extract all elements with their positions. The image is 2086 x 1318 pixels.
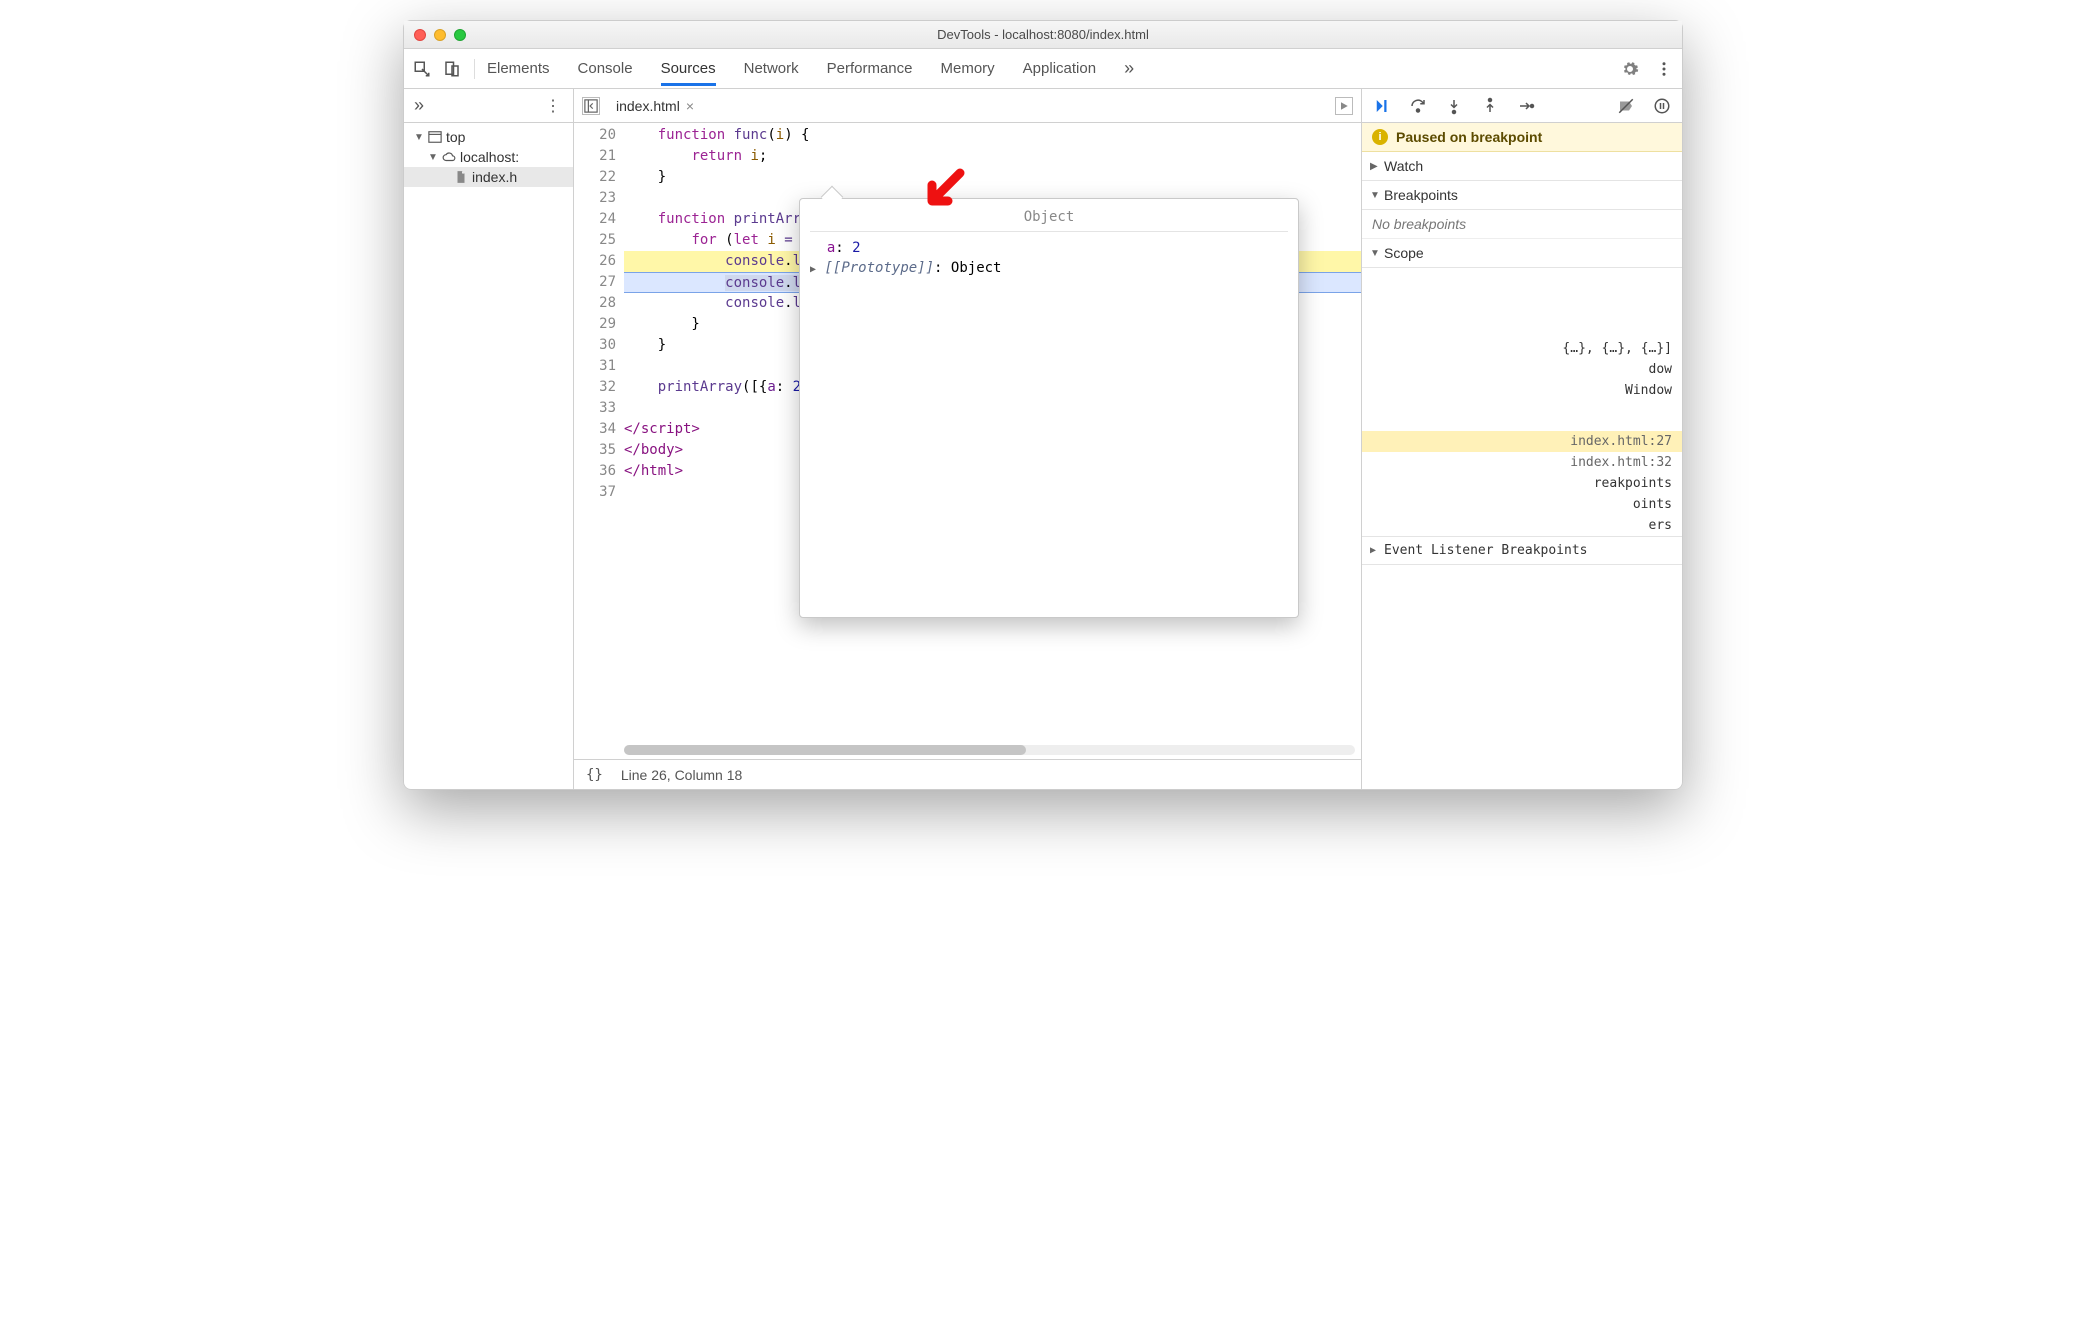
watch-section[interactable]: ▶ Watch: [1362, 152, 1682, 181]
cloud-icon: [442, 150, 456, 164]
window-titlebar: DevTools - localhost:8080/index.html: [404, 21, 1682, 49]
tree-file-label: index.h: [472, 169, 517, 185]
pause-on-exceptions-icon[interactable]: [1652, 96, 1672, 116]
event-listener-breakpoints-section[interactable]: ▶ Event Listener Breakpoints: [1362, 536, 1682, 565]
watch-label: Watch: [1384, 158, 1423, 174]
file-tree: ▼ top ▼ localhost: index.h: [404, 123, 573, 187]
step-into-icon[interactable]: [1444, 96, 1464, 116]
paused-banner: i Paused on breakpoint: [1362, 123, 1682, 152]
hover-property-key: a: [827, 240, 835, 256]
line-gutter: 202122232425262728293031323334353637: [574, 123, 624, 759]
step-over-icon[interactable]: [1408, 96, 1428, 116]
callstack-row[interactable]: index.html:27: [1362, 431, 1682, 452]
hover-prototype-row[interactable]: ▶ [[Prototype]]: Object: [810, 258, 1288, 278]
hover-prototype-label: [[Prototype]]: [824, 260, 934, 276]
disclosure-triangle-icon: ▼: [1370, 248, 1380, 259]
scope-label: Scope: [1384, 245, 1424, 261]
right-partial-content: {…}, {…}, {…}] dow Window index.html:27 …: [1362, 268, 1682, 565]
callstack-row[interactable]: index.html:32: [1362, 452, 1682, 473]
tabs-overflow-icon[interactable]: »: [1124, 58, 1134, 79]
file-tab-index[interactable]: index.html ×: [610, 94, 700, 118]
breakpoints-section[interactable]: ▼ Breakpoints: [1362, 181, 1682, 210]
breakpoints-empty-text: No breakpoints: [1362, 210, 1682, 239]
value-hover-popup: Object a: 2 ▶ [[Prototype]]: Object: [799, 198, 1299, 618]
tab-console[interactable]: Console: [578, 51, 633, 86]
navigator-more-icon[interactable]: ⋮: [543, 96, 563, 116]
settings-gear-icon[interactable]: [1620, 59, 1640, 79]
disclosure-triangle-icon: ▼: [428, 152, 438, 163]
sources-navigator: » ⋮ ▼ top ▼ localhost:: [404, 89, 574, 789]
tree-host-label: localhost:: [460, 149, 519, 165]
disclosure-triangle-icon: ▼: [414, 132, 424, 143]
file-tab-label: index.html: [616, 98, 680, 114]
tab-elements[interactable]: Elements: [487, 51, 550, 86]
disclosure-triangle-icon: ▶: [1370, 545, 1380, 556]
partial-text: Window: [1625, 383, 1672, 398]
device-toolbar-icon[interactable]: [442, 59, 462, 79]
devtools-tabbar: Elements Console Sources Network Perform…: [404, 49, 1682, 89]
frame-icon: [428, 130, 442, 144]
inspect-element-icon[interactable]: [412, 59, 432, 79]
scrollbar-thumb[interactable]: [624, 745, 1026, 755]
tab-memory[interactable]: Memory: [941, 51, 995, 86]
resume-icon[interactable]: [1372, 96, 1392, 116]
main-tabs: Elements Console Sources Network Perform…: [487, 51, 1620, 86]
deactivate-breakpoints-icon[interactable]: [1616, 96, 1636, 116]
partial-section[interactable]: oints: [1362, 494, 1682, 515]
close-tab-icon[interactable]: ×: [686, 98, 694, 114]
hover-property-value: 2: [852, 240, 860, 256]
disclosure-triangle-icon: ▶: [1370, 161, 1380, 172]
file-icon: [454, 170, 468, 184]
hover-title: Object: [810, 205, 1288, 232]
partial-text: {…}, {…}, {…}]: [1562, 341, 1672, 356]
debugger-panel: i Paused on breakpoint ▶ Watch ▼ Breakpo…: [1362, 89, 1682, 789]
tab-sources[interactable]: Sources: [661, 51, 716, 86]
kebab-menu-icon[interactable]: [1654, 59, 1674, 79]
tree-file-index[interactable]: index.h: [404, 167, 573, 187]
breakpoints-label: Breakpoints: [1384, 187, 1458, 203]
tab-application[interactable]: Application: [1023, 51, 1096, 86]
partial-section[interactable]: reakpoints: [1362, 473, 1682, 494]
scope-section[interactable]: ▼ Scope: [1362, 239, 1682, 268]
partial-section[interactable]: ers: [1362, 515, 1682, 536]
pretty-print-icon[interactable]: {}: [586, 767, 603, 783]
toggle-navigator-icon[interactable]: [582, 97, 600, 115]
callstack-location: index.html:27: [1570, 434, 1672, 449]
navigator-overflow-icon[interactable]: »: [414, 95, 424, 116]
run-snippet-icon[interactable]: [1335, 97, 1353, 115]
debugger-toolbar: [1362, 89, 1682, 123]
partial-text: dow: [1649, 362, 1672, 377]
tree-top-label: top: [446, 129, 465, 145]
step-icon[interactable]: [1516, 96, 1536, 116]
horizontal-scrollbar[interactable]: [624, 745, 1355, 755]
disclosure-triangle-icon: ▶: [810, 264, 816, 275]
cursor-position: Line 26, Column 18: [621, 767, 742, 783]
file-tabbar: index.html ×: [574, 89, 1361, 123]
hover-prototype-value: Object: [951, 260, 1002, 276]
disclosure-triangle-icon: ▼: [1370, 190, 1380, 201]
tree-host[interactable]: ▼ localhost:: [404, 147, 573, 167]
tree-top-frame[interactable]: ▼ top: [404, 127, 573, 147]
paused-banner-text: Paused on breakpoint: [1396, 129, 1542, 145]
editor-statusbar: {} Line 26, Column 18: [574, 759, 1361, 789]
tab-performance[interactable]: Performance: [827, 51, 913, 86]
info-icon: i: [1372, 129, 1388, 145]
hover-property-row[interactable]: a: 2: [810, 238, 1288, 258]
window-title: DevTools - localhost:8080/index.html: [404, 27, 1682, 42]
tab-network[interactable]: Network: [744, 51, 799, 86]
event-listener-breakpoints-label: Event Listener Breakpoints: [1384, 543, 1588, 558]
callstack-location: index.html:32: [1570, 455, 1672, 470]
step-out-icon[interactable]: [1480, 96, 1500, 116]
